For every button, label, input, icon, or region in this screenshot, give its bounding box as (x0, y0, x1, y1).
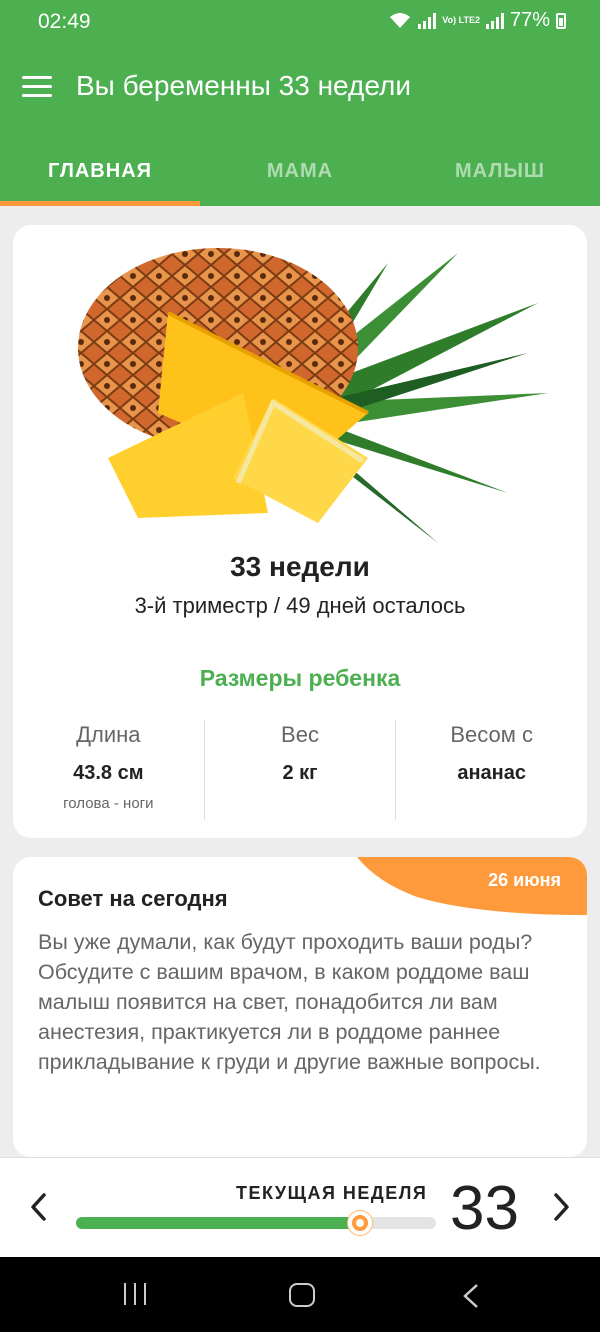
battery-icon (556, 12, 566, 29)
week-navigator: ТЕКУЩАЯ НЕДЕЛЯ 33 (0, 1157, 600, 1257)
chevron-left-icon (31, 1193, 46, 1221)
current-week-number: 33 (450, 1174, 519, 1243)
signal-icon-2 (485, 12, 504, 29)
size-comparison: Весом с ананас (395, 720, 587, 820)
status-time: 02:49 (38, 10, 91, 33)
next-week-button[interactable] (552, 1192, 572, 1222)
hamburger-menu-icon[interactable] (22, 76, 52, 98)
pineapple-illustration (78, 248, 548, 543)
signal-icon (418, 12, 437, 29)
size-value: 43.8 см (73, 762, 144, 784)
weeks-heading: 33 недели (230, 551, 370, 582)
app-bar: Вы беременны 33 недели (0, 42, 600, 132)
baby-sizes-title: Размеры ребенка (199, 665, 401, 691)
wifi-icon (390, 12, 411, 28)
tip-title: Совет на сегодня (38, 886, 228, 911)
tab-mom[interactable]: МАМА (200, 132, 400, 206)
recent-apps-icon[interactable] (122, 1283, 148, 1305)
tab-baby[interactable]: МАЛЫШ (400, 132, 600, 206)
size-label: Длина (76, 722, 141, 747)
size-label: Вес (281, 722, 319, 747)
battery-percent: 77% (509, 9, 550, 31)
chevron-right-icon (554, 1193, 569, 1221)
status-bar: 02:49 Vo) LTE2 77% (0, 0, 600, 42)
size-weight: Вес 2 кг (203, 720, 396, 820)
week-info-card: 33 недели 3-й триместр / 49 дней осталос… (13, 225, 587, 838)
back-icon[interactable] (462, 1283, 480, 1309)
tip-date: 26 июня (488, 870, 561, 890)
lte-icon: Vo) LTE2 (442, 15, 480, 25)
size-length: Длина 43.8 см голова - ноги (13, 720, 204, 820)
week-slider-handle[interactable] (348, 1211, 373, 1235)
system-nav-bar (0, 1257, 600, 1332)
trimester-subtitle: 3-й триместр / 49 дней осталось (134, 593, 466, 618)
size-hint: голова - ноги (63, 795, 154, 812)
tab-bar: ГЛАВНАЯ МАМА МАЛЫШ (0, 132, 600, 206)
tab-main[interactable]: ГЛАВНАЯ (0, 132, 200, 206)
previous-week-button[interactable] (28, 1192, 48, 1222)
status-icons: Vo) LTE2 77% (388, 9, 566, 32)
tip-text: Вы уже думали, как будут проходить ваши … (38, 930, 541, 1074)
size-label: Весом с (450, 722, 533, 747)
page-title: Вы беременны 33 недели (76, 70, 411, 101)
current-week-label: ТЕКУЩАЯ НЕДЕЛЯ (236, 1183, 428, 1203)
daily-tip-card[interactable]: 26 июня Совет на сегодня Вы уже думали, … (13, 857, 587, 1157)
size-value: ананас (457, 762, 526, 784)
week-progress-slider[interactable] (76, 1211, 436, 1235)
date-badge: 26 июня (357, 857, 587, 915)
baby-sizes: Длина 43.8 см голова - ноги Вес 2 кг Вес… (13, 720, 587, 820)
week-progress-fill (76, 1217, 361, 1229)
size-value: 2 кг (282, 762, 318, 784)
home-icon[interactable] (289, 1283, 315, 1307)
